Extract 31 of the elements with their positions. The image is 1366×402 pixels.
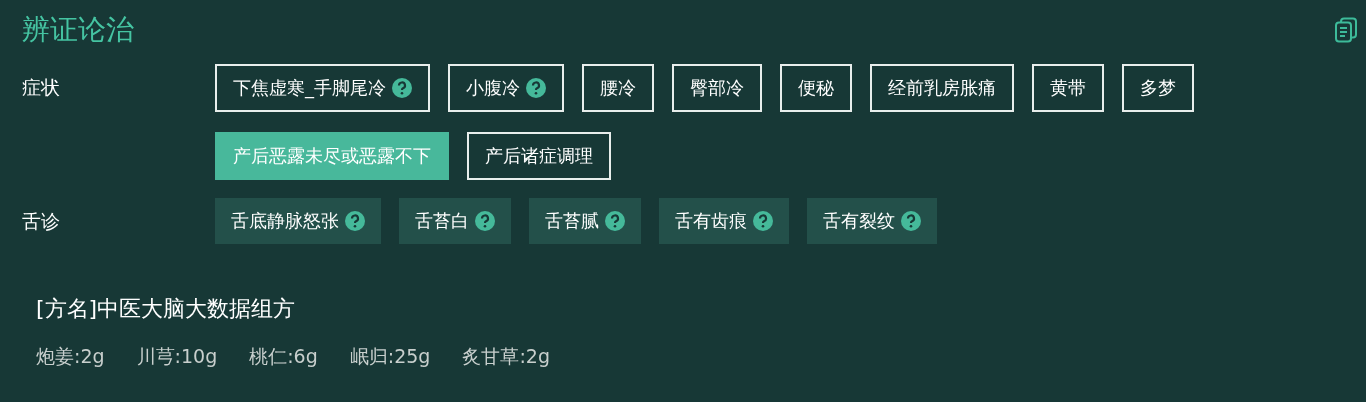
help-icon[interactable] xyxy=(753,211,773,231)
symptom-tag[interactable]: 产后诸症调理 xyxy=(467,132,611,180)
symptom-tag[interactable]: 舌有齿痕 xyxy=(659,198,789,244)
herb-dose: 炙甘草:2g xyxy=(462,344,550,369)
herb-dose: 炮姜:2g xyxy=(36,344,105,369)
copy-icon[interactable] xyxy=(1334,17,1358,43)
symptom-tag[interactable]: 腰冷 xyxy=(582,64,654,112)
formula-name: [方名]中医大脑大数据组方 xyxy=(36,295,297,323)
symptom-tag[interactable]: 黄带 xyxy=(1032,64,1104,112)
symptom-tag[interactable]: 便秘 xyxy=(780,64,852,112)
symptom-tag[interactable]: 经前乳房胀痛 xyxy=(870,64,1014,112)
help-icon[interactable] xyxy=(345,211,365,231)
symptom-tag[interactable]: 舌有裂纹 xyxy=(807,198,937,244)
panel-title: 辨证论治 xyxy=(22,12,134,48)
herb-dose: 岷归:25g xyxy=(349,344,431,369)
help-icon[interactable] xyxy=(526,78,546,98)
help-icon[interactable] xyxy=(901,211,921,231)
symptom-tag[interactable]: 下焦虚寒_手脚尾冷 xyxy=(215,64,430,112)
help-icon[interactable] xyxy=(392,78,412,98)
section-label: 舌诊 xyxy=(22,209,61,234)
symptom-tag[interactable]: 小腹冷 xyxy=(448,64,564,112)
symptom-tag[interactable]: 舌底静脉怒张 xyxy=(215,198,381,244)
herb-dose: 桃仁:6g xyxy=(249,344,318,369)
herb-dose: 川芎:10g xyxy=(136,344,218,369)
section-label: 症状 xyxy=(22,75,61,100)
symptom-tag[interactable]: 舌苔白 xyxy=(399,198,511,244)
help-icon[interactable] xyxy=(475,211,495,231)
help-icon[interactable] xyxy=(605,211,625,231)
symptom-tag[interactable]: 多梦 xyxy=(1122,64,1194,112)
symptom-tag[interactable]: 舌苔腻 xyxy=(529,198,641,244)
symptom-tag[interactable]: 臀部冷 xyxy=(672,64,762,112)
